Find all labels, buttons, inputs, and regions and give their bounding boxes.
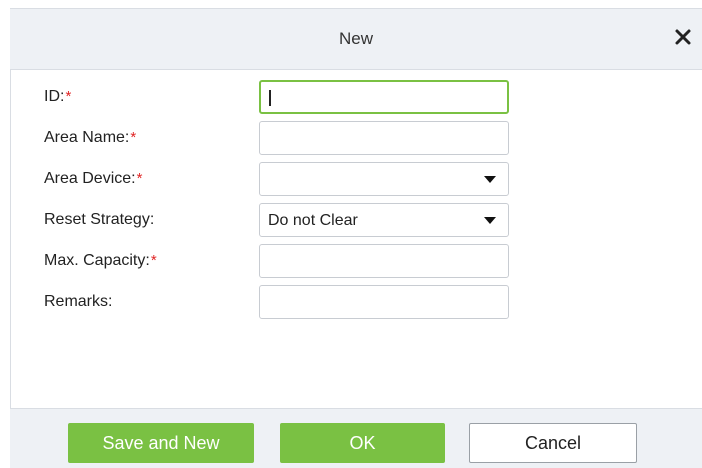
reset-strategy-select[interactable]: Do not Clear xyxy=(259,203,509,237)
form-row-area-device: Area Device:* xyxy=(44,162,524,196)
required-marker: * xyxy=(136,170,143,187)
form-row-id: ID:* xyxy=(44,80,524,114)
save-and-new-button[interactable]: Save and New xyxy=(68,423,254,463)
id-input[interactable] xyxy=(259,80,509,114)
close-button[interactable] xyxy=(672,26,694,48)
form-row-remarks: Remarks: xyxy=(44,285,524,319)
text-caret xyxy=(269,90,271,106)
id-label: ID:* xyxy=(44,88,72,105)
required-marker: * xyxy=(130,129,137,146)
area-name-input[interactable] xyxy=(259,121,509,155)
dialog-title: New xyxy=(338,29,373,48)
cancel-button[interactable]: Cancel xyxy=(469,423,637,463)
reset-strategy-label: Reset Strategy: xyxy=(44,211,155,228)
dialog-footer: Save and New OK Cancel xyxy=(10,408,702,468)
remarks-input[interactable] xyxy=(259,285,509,319)
area-device-select[interactable] xyxy=(259,162,509,196)
max-capacity-label: Max. Capacity:* xyxy=(44,252,157,269)
area-name-label: Area Name:* xyxy=(44,129,137,146)
close-icon xyxy=(675,29,691,45)
form-row-area-name: Area Name:* xyxy=(44,121,524,155)
reset-strategy-value: Do not Clear xyxy=(268,212,358,229)
chevron-down-icon xyxy=(484,217,496,224)
form-row-max-capacity: Max. Capacity:* xyxy=(44,244,524,278)
new-dialog: New ID:* Area Name:* Area Device:* Reset… xyxy=(0,0,702,468)
chevron-down-icon xyxy=(484,176,496,183)
form-row-reset-strategy: Reset Strategy: Do not Clear xyxy=(44,203,524,237)
dialog-left-border xyxy=(10,70,11,408)
required-marker: * xyxy=(65,88,72,105)
remarks-label: Remarks: xyxy=(44,293,113,310)
max-capacity-input[interactable] xyxy=(259,244,509,278)
ok-button[interactable]: OK xyxy=(280,423,445,463)
area-device-label: Area Device:* xyxy=(44,170,143,187)
dialog-title-bar: New xyxy=(10,8,702,70)
required-marker: * xyxy=(150,252,157,269)
